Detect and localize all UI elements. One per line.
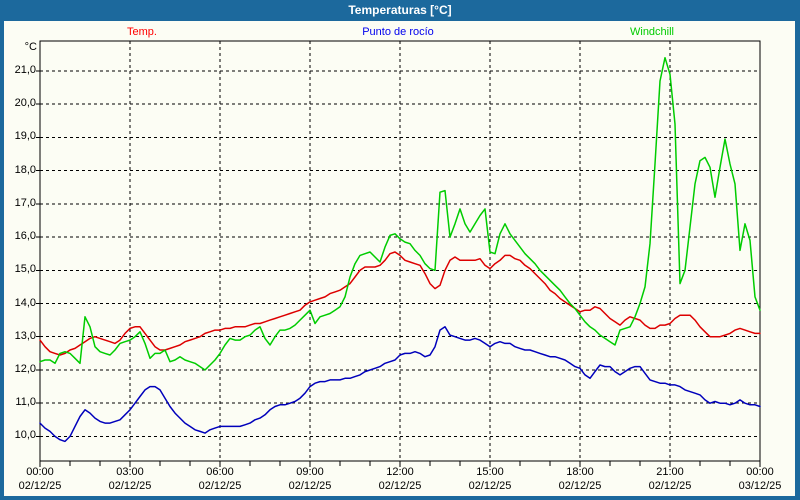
plot-area [0,0,800,500]
app-window: Temperaturas [°C] Temp. Punto de rocío W… [0,0,800,500]
